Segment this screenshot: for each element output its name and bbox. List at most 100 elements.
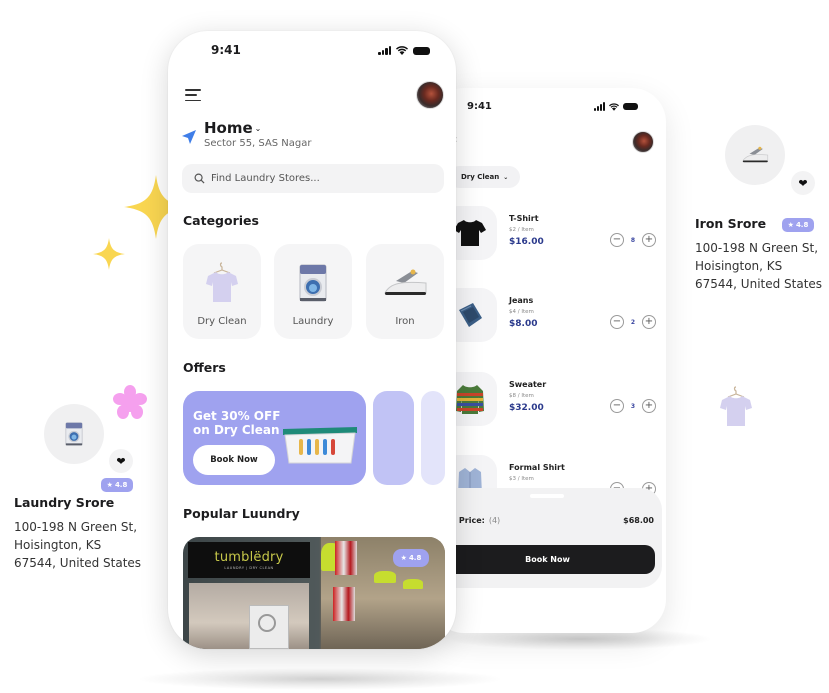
category-laundry[interactable]: Laundry: [274, 244, 352, 339]
status-time: 9:41: [467, 101, 492, 112]
status-icons: [594, 102, 638, 111]
item-total-price: $16.00: [509, 237, 544, 247]
sweater-icon: [455, 385, 484, 414]
store-name: Iron Srore: [695, 216, 767, 231]
store-name: Laundry Srore: [14, 495, 115, 510]
tshirt-icon: [183, 258, 261, 308]
front-phone-shadow: [140, 668, 500, 690]
washers-photo: [249, 605, 289, 649]
filter-label: Dry Clean: [461, 173, 500, 181]
hamburger-menu-icon[interactable]: [185, 89, 201, 101]
clothes-rack: [335, 541, 357, 575]
category-label: Iron: [395, 316, 415, 327]
store-tagline: LAUNDRY | DRY CLEAN: [224, 566, 274, 570]
decrement-button[interactable]: −: [610, 233, 624, 247]
checkout-sheet: al Price: (4) $68.00 Book Now: [430, 488, 662, 588]
rating-badge: ★ 4.8: [782, 218, 814, 232]
clothes-rack: [333, 587, 355, 621]
cart-item: T-Shirt $2 / Item $16.00 − 8 +: [430, 206, 666, 266]
category-label: Dry Clean: [197, 316, 247, 327]
search-icon: [194, 173, 205, 184]
lamp: [403, 579, 423, 589]
store-address: 100-198 N Green St, Hoisington, KS 67544…: [14, 520, 142, 570]
popular-laundry-card[interactable]: tumblëdry LAUNDRY | DRY CLEAN ★ 4.8: [183, 537, 445, 649]
store-address: 100-198 N Green St, Hoisington, KS 67544…: [695, 241, 823, 291]
item-name: Jeans: [509, 296, 534, 305]
item-name: Formal Shirt: [509, 463, 565, 472]
item-unit-price: $3 / Item: [509, 476, 534, 482]
signal-icon: [378, 46, 391, 55]
cart-item: Sweater $8 / Item $32.00 − 3 +: [430, 372, 666, 432]
location-arrow-icon: [182, 130, 196, 144]
item-total-price: $8.00: [509, 319, 538, 329]
total-price-value: $68.00: [623, 516, 654, 525]
heart-icon: ❤: [798, 176, 808, 190]
tshirt-icon: [720, 386, 752, 426]
sparkle-small-icon: [93, 238, 125, 270]
store-brand: tumblëdry: [214, 550, 284, 565]
offer-banner[interactable]: Get 30% OFF on Dry Clean Book Now: [183, 391, 366, 485]
flower-decoration-icon: [113, 385, 147, 419]
washing-machine-icon: [274, 258, 352, 308]
search-bar[interactable]: [182, 164, 444, 193]
cart-phone-screen: 9:41 : Dry Clean ⌄ T-Shirt $2 / Item $16…: [430, 88, 666, 633]
avatar[interactable]: [632, 131, 654, 153]
increment-button[interactable]: +: [642, 399, 656, 413]
increment-button[interactable]: +: [642, 315, 656, 329]
wifi-icon: [396, 46, 408, 55]
offer-text: Get 30% OFF on Dry Clean: [193, 409, 281, 437]
quantity-value: 2: [630, 318, 636, 326]
status-icons: [378, 46, 430, 55]
cart-item: Jeans $4 / Item $8.00 − 2 +: [430, 288, 666, 348]
offer-card-next[interactable]: [421, 391, 445, 485]
item-name: Sweater: [509, 380, 547, 389]
offers-heading: Offers: [183, 360, 226, 375]
offer-card-next[interactable]: [373, 391, 414, 485]
battery-icon: [413, 46, 430, 55]
battery-icon: [623, 103, 638, 110]
increment-button[interactable]: +: [642, 233, 656, 247]
rating-value: 4.8: [114, 481, 128, 489]
categories-heading: Categories: [183, 213, 259, 228]
category-dry-clean[interactable]: Dry Clean: [183, 244, 261, 339]
decrement-button[interactable]: −: [610, 315, 624, 329]
star-icon: ★: [787, 221, 794, 229]
status-time: 9:41: [211, 43, 241, 57]
location-selector[interactable]: Home ⌄: [204, 119, 261, 137]
signal-icon: [594, 102, 605, 111]
item-unit-price: $2 / Item: [509, 227, 534, 233]
lamp: [374, 571, 396, 583]
favorite-button[interactable]: ❤: [109, 449, 133, 473]
item-name: T-Shirt: [509, 214, 539, 223]
rating-badge: ★ 4.8: [393, 549, 429, 567]
status-bar: 9:41: [430, 88, 666, 126]
sheet-handle[interactable]: [530, 494, 564, 498]
iron-icon: [742, 146, 769, 163]
category-label: Laundry: [292, 316, 334, 327]
quantity-value: 8: [630, 236, 636, 244]
rating-badge: ★ 4.8: [101, 478, 133, 492]
heart-icon: ❤: [116, 454, 126, 468]
decrement-button[interactable]: −: [610, 399, 624, 413]
laundry-store-image: [44, 404, 104, 464]
black-tshirt-icon: [453, 220, 486, 246]
rating-value: 4.8: [795, 221, 809, 229]
star-icon: ★: [106, 481, 113, 489]
rating-value: 4.8: [408, 554, 422, 562]
category-filter-dropdown[interactable]: Dry Clean ⌄: [448, 166, 520, 188]
item-total-price: $32.00: [509, 403, 544, 413]
search-input[interactable]: [211, 173, 431, 184]
chevron-down-icon: ⌄: [254, 123, 262, 133]
category-iron[interactable]: Iron: [366, 244, 444, 339]
wifi-icon: [609, 102, 619, 111]
iron-store-image: [725, 125, 785, 185]
location-subtitle: Sector 55, SAS Nagar: [204, 138, 312, 149]
iron-icon: [366, 258, 444, 308]
item-count: (4): [488, 516, 501, 525]
location-title: Home: [204, 119, 253, 137]
home-phone-screen: 9:41 Home ⌄ Sector 55, SAS Nagar Categor…: [168, 31, 456, 649]
book-now-button[interactable]: Book Now: [193, 445, 275, 475]
avatar[interactable]: [416, 81, 444, 109]
book-now-button[interactable]: Book Now: [440, 545, 655, 574]
favorite-button[interactable]: ❤: [791, 171, 815, 195]
